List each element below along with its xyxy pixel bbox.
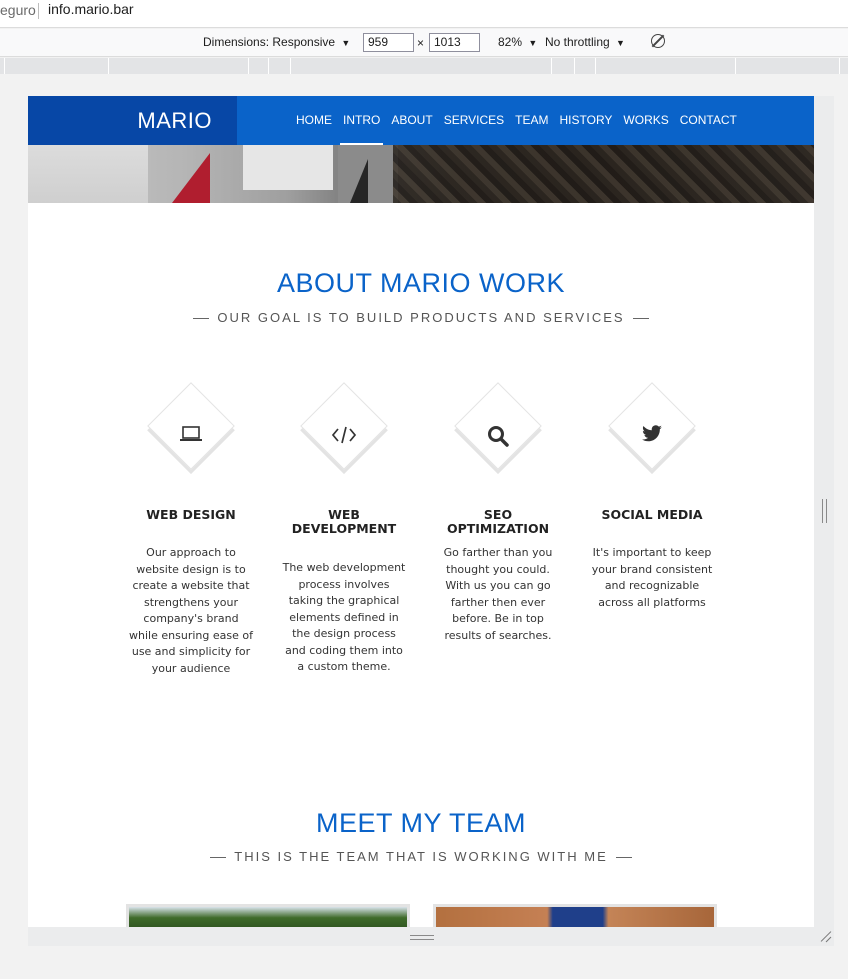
service-title: SOCIAL MEDIA (601, 507, 703, 522)
team-member-photo[interactable] (126, 904, 410, 927)
ruler-tick (290, 58, 291, 74)
service-description: The web development process involves tak… (282, 561, 406, 673)
divider-dash (615, 857, 632, 859)
code-icon (281, 425, 407, 450)
chevron-down-icon: ▼ (341, 38, 351, 48)
laptop-icon (128, 425, 254, 448)
chevron-down-icon: ▼ (528, 38, 538, 48)
hero-pattern (393, 145, 814, 203)
divider-dash (210, 857, 227, 859)
service-description: It's important to keep your brand consis… (591, 546, 713, 609)
resize-handle-bottom[interactable] (410, 935, 434, 940)
ruler-tick (108, 58, 109, 74)
team-member-photo[interactable] (433, 904, 717, 927)
ruler-tick (735, 58, 736, 74)
about-title: ABOUT MARIO WORK (276, 268, 566, 298)
team-subtitle-text: THIS IS THE TEAM THAT IS WORKING WITH ME (234, 849, 608, 864)
service-title: WEB DEVELOPMENT (291, 507, 397, 536)
ruler-tick (595, 58, 596, 74)
hero-shadow (338, 145, 398, 203)
menu-item-about[interactable]: ABOUT (391, 96, 432, 145)
twitter-icon (589, 425, 715, 448)
divider-dash (632, 318, 649, 320)
menu-item-services[interactable]: SERVICES (444, 96, 504, 145)
ruler-tick (574, 58, 575, 74)
search-icon (435, 425, 561, 452)
service-title: SEO OPTIMIZATION (446, 507, 550, 536)
throttling-dropdown[interactable]: No throttling ▼ (545, 35, 625, 49)
menu-item-contact[interactable]: CONTACT (680, 96, 737, 145)
menu-item-home[interactable]: HOME (296, 96, 332, 145)
resize-corner-handle[interactable] (819, 930, 831, 942)
height-input[interactable]: 1013 (429, 33, 480, 52)
ruler-tick (268, 58, 269, 74)
dimensions-label: Dimensions: Responsive (203, 35, 336, 49)
site-navbar: MARIO HOME INTRO ABOUT SERVICES TEAM HIS… (28, 96, 814, 145)
hero-flag (172, 153, 210, 203)
team-subtitle: THIS IS THE TEAM THAT IS WORKING WITH ME (28, 849, 814, 864)
divider-dash (193, 318, 210, 320)
hero-flag (350, 159, 368, 203)
dimensions-dropdown[interactable]: Dimensions: Responsive ▼ (203, 35, 350, 49)
page-viewport: MARIO HOME INTRO ABOUT SERVICES TEAM HIS… (28, 96, 814, 927)
brand-logo[interactable]: MARIO (28, 96, 237, 145)
width-input[interactable]: 959 (363, 33, 414, 52)
service-description: Our approach to website design is to cre… (129, 546, 253, 675)
about-subtitle: OUR GOAL IS TO BUILD PRODUCTS AND SERVIC… (28, 310, 814, 325)
team-title: MEET MY TEAM (315, 808, 527, 838)
ruler-tick (248, 58, 249, 74)
hero-window (243, 145, 333, 190)
url-text[interactable]: info.mario.bar (48, 1, 134, 17)
throttling-label: No throttling (545, 35, 610, 49)
hero-image (28, 145, 814, 203)
address-divider (38, 3, 39, 19)
hero-window (28, 145, 148, 203)
times-sign: × (417, 36, 425, 50)
chevron-down-icon: ▼ (616, 38, 625, 48)
about-subtitle-text: OUR GOAL IS TO BUILD PRODUCTS AND SERVIC… (217, 310, 625, 325)
menu-item-intro[interactable]: INTRO (339, 96, 384, 145)
zoom-label: 82% (498, 35, 523, 49)
ruler-tick (839, 58, 840, 74)
menu-item-history[interactable]: HISTORY (560, 96, 613, 145)
ruler-tick (4, 58, 5, 74)
security-label[interactable]: eguro (0, 2, 36, 18)
main-menu: HOME INTRO ABOUT SERVICES TEAM HISTORY W… (296, 96, 748, 145)
service-title: WEB DESIGN (146, 507, 236, 522)
rotate-icon[interactable] (651, 34, 665, 48)
ruler-tick (551, 58, 552, 74)
resize-handle-right[interactable] (822, 499, 827, 523)
media-query-ruler[interactable] (0, 58, 848, 74)
menu-item-works[interactable]: WORKS (623, 96, 668, 145)
menu-item-team[interactable]: TEAM (515, 96, 548, 145)
service-description: Go farther than you thought you could. W… (443, 546, 553, 642)
responsive-toolbar: Dimensions: Responsive ▼ 959 × 1013 82% … (0, 29, 848, 57)
address-bar[interactable]: eguro info.mario.bar (0, 0, 848, 28)
zoom-dropdown[interactable]: 82% ▼ (498, 35, 537, 49)
